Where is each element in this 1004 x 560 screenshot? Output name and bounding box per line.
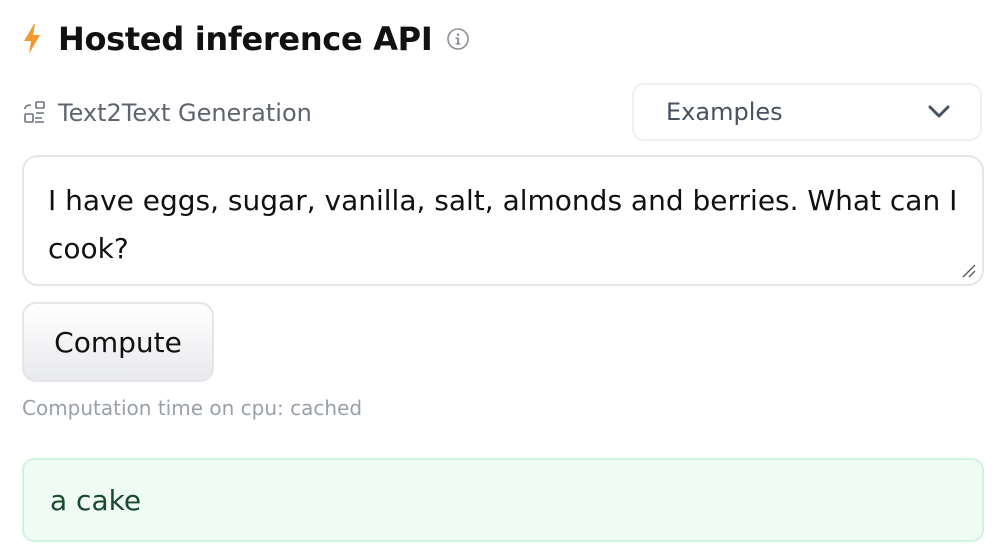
task-type: Text2Text Generation — [22, 96, 312, 130]
widget-title: Hosted inference API — [58, 20, 433, 58]
examples-dropdown[interactable]: Examples — [632, 83, 982, 141]
widget-header: Hosted inference API — [22, 16, 470, 62]
text2text-generation-icon — [24, 101, 45, 123]
output-box: a cake — [22, 458, 984, 542]
inference-widget: Hosted inference API Text2Text Generatio… — [0, 0, 1004, 560]
lightning-bolt-icon — [24, 24, 40, 54]
chevron-down-icon — [928, 105, 950, 118]
info-circle-icon[interactable] — [446, 27, 470, 51]
computation-time: Computation time on cpu: cached — [22, 396, 363, 420]
output-text: a cake — [50, 483, 142, 517]
resize-handle-icon[interactable] — [960, 262, 976, 278]
prompt-text: I have eggs, sugar, vanilla, salt, almon… — [48, 184, 958, 265]
prompt-textarea[interactable]: I have eggs, sugar, vanilla, salt, almon… — [22, 155, 984, 286]
compute-button[interactable]: Compute — [22, 302, 214, 382]
examples-label: Examples — [666, 98, 783, 126]
task-label: Text2Text Generation — [58, 99, 312, 127]
